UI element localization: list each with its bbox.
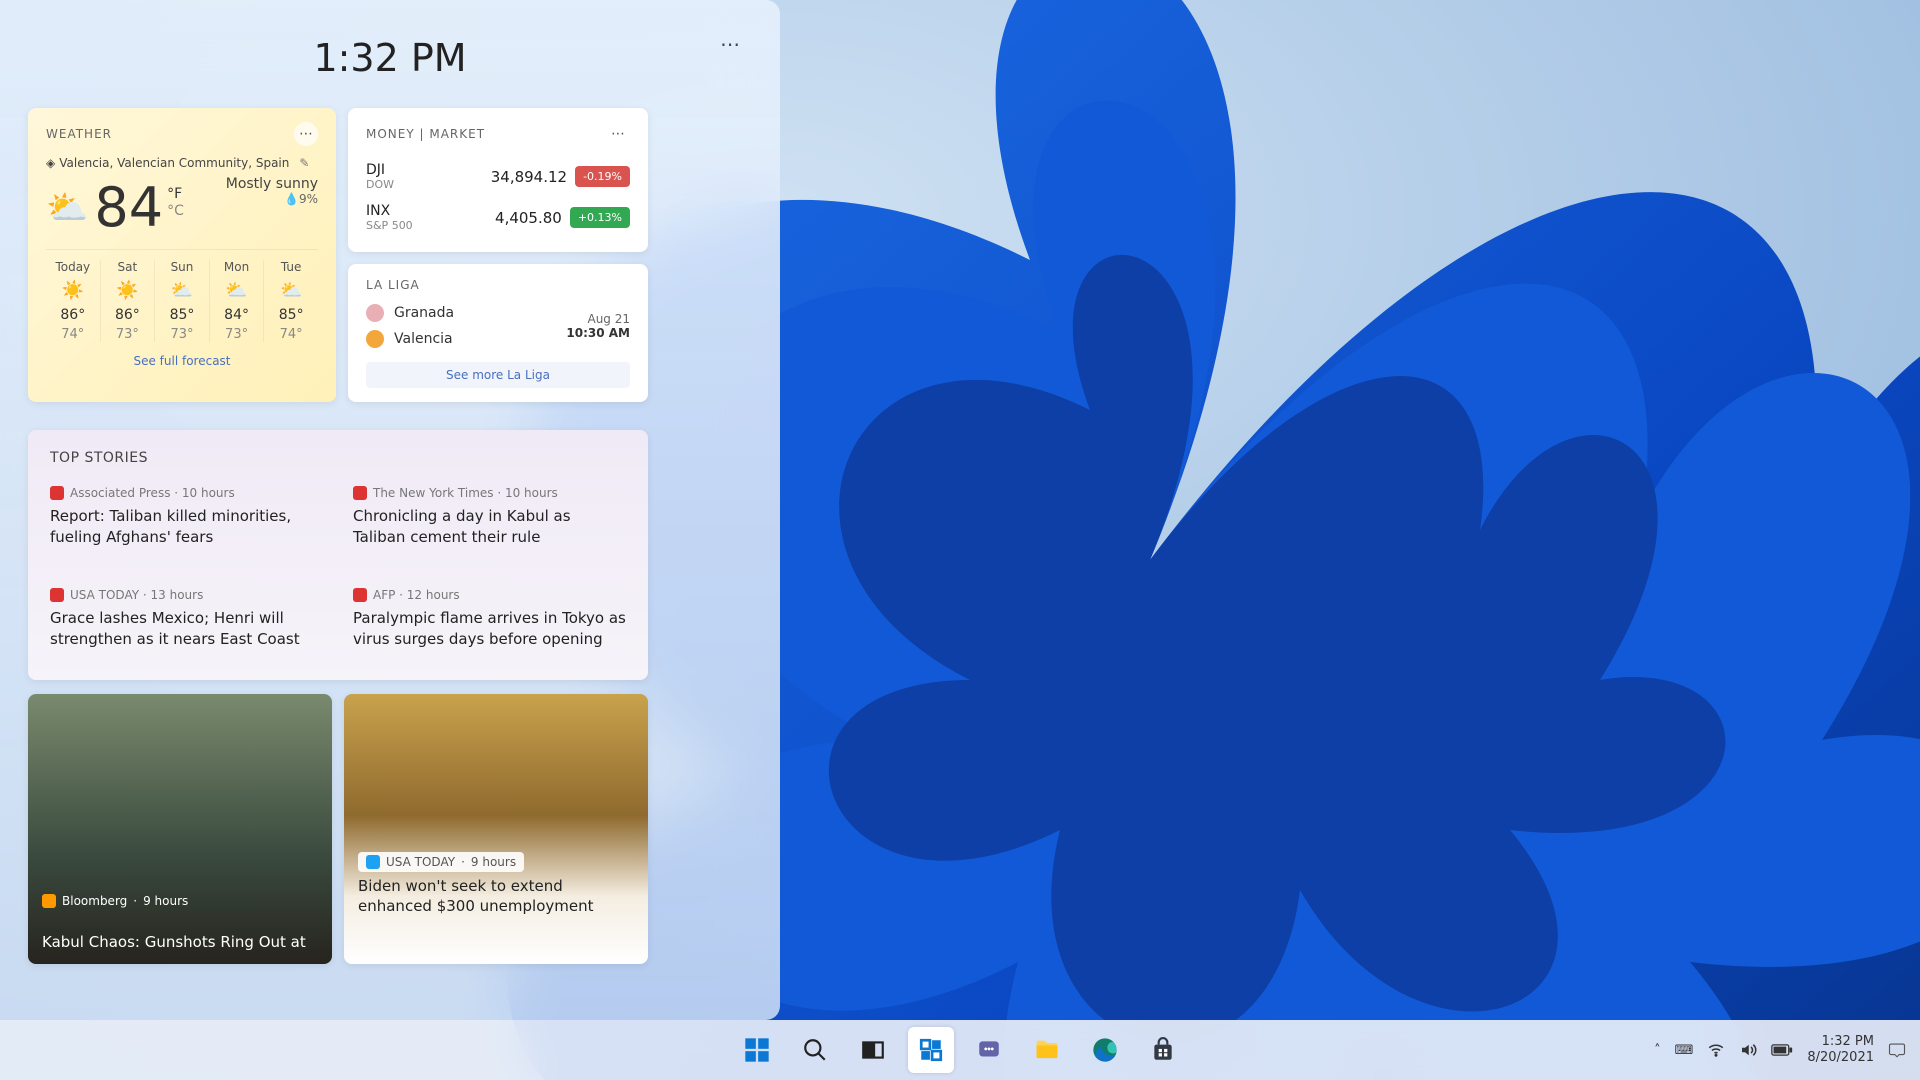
weather-humidity: 💧9%	[226, 192, 318, 206]
story-headline: Chronicling a day in Kabul as Taliban ce…	[353, 506, 626, 548]
stock-row-DJI[interactable]: DJIDOW 34,894.12 -0.19%	[366, 156, 630, 197]
story-0[interactable]: Associated Press · 10 hours Report: Tali…	[50, 486, 323, 548]
forecast-day-2[interactable]: Sun ⛅ 85° 73°	[155, 260, 210, 342]
story-headline: Report: Taliban killed minorities, fueli…	[50, 506, 323, 548]
taskbar-edge-button[interactable]	[1082, 1027, 1128, 1073]
taskbar-start-button[interactable]	[734, 1027, 780, 1073]
team-Valencia: Valencia	[366, 330, 454, 348]
weather-icon: ⛅	[264, 280, 318, 301]
money-card[interactable]: MONEY | MARKET ⋯ DJIDOW 34,894.12 -0.19%…	[348, 108, 648, 252]
taskbar-center	[734, 1027, 1186, 1073]
unit-c[interactable]: °C	[167, 203, 184, 220]
weather-icon: ⛅	[155, 280, 209, 301]
taskbar-file-explorer-button[interactable]	[1024, 1027, 1070, 1073]
news-card-1[interactable]: Bloomberg · 9 hours Kabul Chaos: Gunshot…	[28, 694, 332, 964]
weather-now-icon: ⛅	[46, 188, 88, 228]
weather-card[interactable]: WEATHER ⋯ ◈ Valencia, Valencian Communit…	[28, 108, 336, 402]
top-stories-card[interactable]: TOP STORIES Associated Press · 10 hours …	[28, 430, 648, 680]
unit-f[interactable]: °F	[167, 186, 184, 203]
notifications-icon[interactable]	[1888, 1041, 1906, 1059]
story-3[interactable]: AFP · 12 hours Paralympic flame arrives …	[353, 588, 626, 650]
battery-icon[interactable]	[1771, 1043, 1793, 1057]
source-icon	[353, 486, 367, 500]
stock-row-INX[interactable]: INXS&P 500 4,405.80 +0.13%	[366, 197, 630, 238]
usatoday-icon	[366, 855, 380, 869]
tray-overflow-button[interactable]: ˄	[1654, 1043, 1661, 1058]
forecast-day-1[interactable]: Sat ☀️ 86° 73°	[101, 260, 156, 342]
forecast-day-3[interactable]: Mon ⛅ 84° 73°	[210, 260, 265, 342]
taskbar-widgets-button[interactable]	[908, 1027, 954, 1073]
weather-icon: ☀️	[101, 280, 155, 301]
location-icon: ◈	[46, 156, 55, 170]
bloomberg-icon	[42, 894, 56, 908]
taskbar-chat-button[interactable]	[966, 1027, 1012, 1073]
money-title: MONEY | MARKET	[366, 127, 485, 141]
team-badge-icon	[366, 304, 384, 322]
edit-location-icon[interactable]: ✎	[299, 156, 309, 170]
weather-full-forecast-link[interactable]: See full forecast	[46, 354, 318, 368]
money-more-button[interactable]: ⋯	[606, 122, 630, 146]
team-badge-icon	[366, 330, 384, 348]
news-headline-1: Kabul Chaos: Gunshots Ring Out at	[42, 932, 318, 952]
widgets-panel: 1:32 PM ⋯ WEATHER ⋯ ◈ Valencia, Valencia…	[0, 0, 780, 1020]
news-card-2[interactable]: USA TODAY · 9 hours Biden won't seek to …	[344, 694, 648, 964]
story-headline: Paralympic flame arrives in Tokyo as vir…	[353, 608, 626, 650]
forecast-row: Today ☀️ 86° 74° Sat ☀️ 86° 73° Sun ⛅ 85…	[46, 249, 318, 342]
widgets-settings-button[interactable]: ⋯	[720, 32, 740, 56]
weather-condition: Mostly sunny	[226, 176, 318, 192]
forecast-day-0[interactable]: Today ☀️ 86° 74°	[46, 260, 101, 342]
weather-location[interactable]: ◈ Valencia, Valencian Community, Spain ✎	[46, 156, 318, 170]
story-2[interactable]: USA TODAY · 13 hours Grace lashes Mexico…	[50, 588, 323, 650]
taskbar-store-button[interactable]	[1140, 1027, 1186, 1073]
taskbar-task-view-button[interactable]	[850, 1027, 896, 1073]
story-1[interactable]: The New York Times · 10 hours Chroniclin…	[353, 486, 626, 548]
system-tray: ˄ ⌨ 1:32 PM8/20/2021	[1654, 1034, 1906, 1067]
laliga-card[interactable]: LA LIGA Granada Valencia Aug 21 10:30 AM…	[348, 264, 648, 402]
weather-icon: ☀️	[46, 280, 100, 301]
weather-more-button[interactable]: ⋯	[294, 122, 318, 146]
laliga-more-link[interactable]: See more La Liga	[366, 362, 630, 388]
widgets-clock: 1:32 PM	[313, 36, 466, 80]
match-time: Aug 21 10:30 AM	[566, 312, 630, 340]
weather-temp: 84 °F °C	[94, 176, 184, 239]
tray-clock[interactable]: 1:32 PM8/20/2021	[1807, 1034, 1874, 1067]
taskbar-search-button[interactable]	[792, 1027, 838, 1073]
weather-icon: ⛅	[210, 280, 264, 301]
story-headline: Grace lashes Mexico; Henri will strength…	[50, 608, 323, 650]
top-stories-title: TOP STORIES	[50, 450, 626, 466]
source-icon	[353, 588, 367, 602]
keyboard-icon[interactable]: ⌨	[1675, 1043, 1694, 1058]
forecast-day-4[interactable]: Tue ⛅ 85° 74°	[264, 260, 318, 342]
laliga-title: LA LIGA	[366, 278, 630, 292]
taskbar: ˄ ⌨ 1:32 PM8/20/2021	[0, 1020, 1920, 1080]
weather-title: WEATHER	[46, 127, 112, 141]
widgets-header: 1:32 PM ⋯	[28, 24, 752, 80]
source-icon	[50, 588, 64, 602]
wifi-icon[interactable]	[1707, 1041, 1725, 1059]
volume-icon[interactable]	[1739, 1041, 1757, 1059]
news-headline-2: Biden won't seek to extend enhanced $300…	[358, 876, 634, 917]
team-Granada: Granada	[366, 304, 454, 322]
source-icon	[50, 486, 64, 500]
